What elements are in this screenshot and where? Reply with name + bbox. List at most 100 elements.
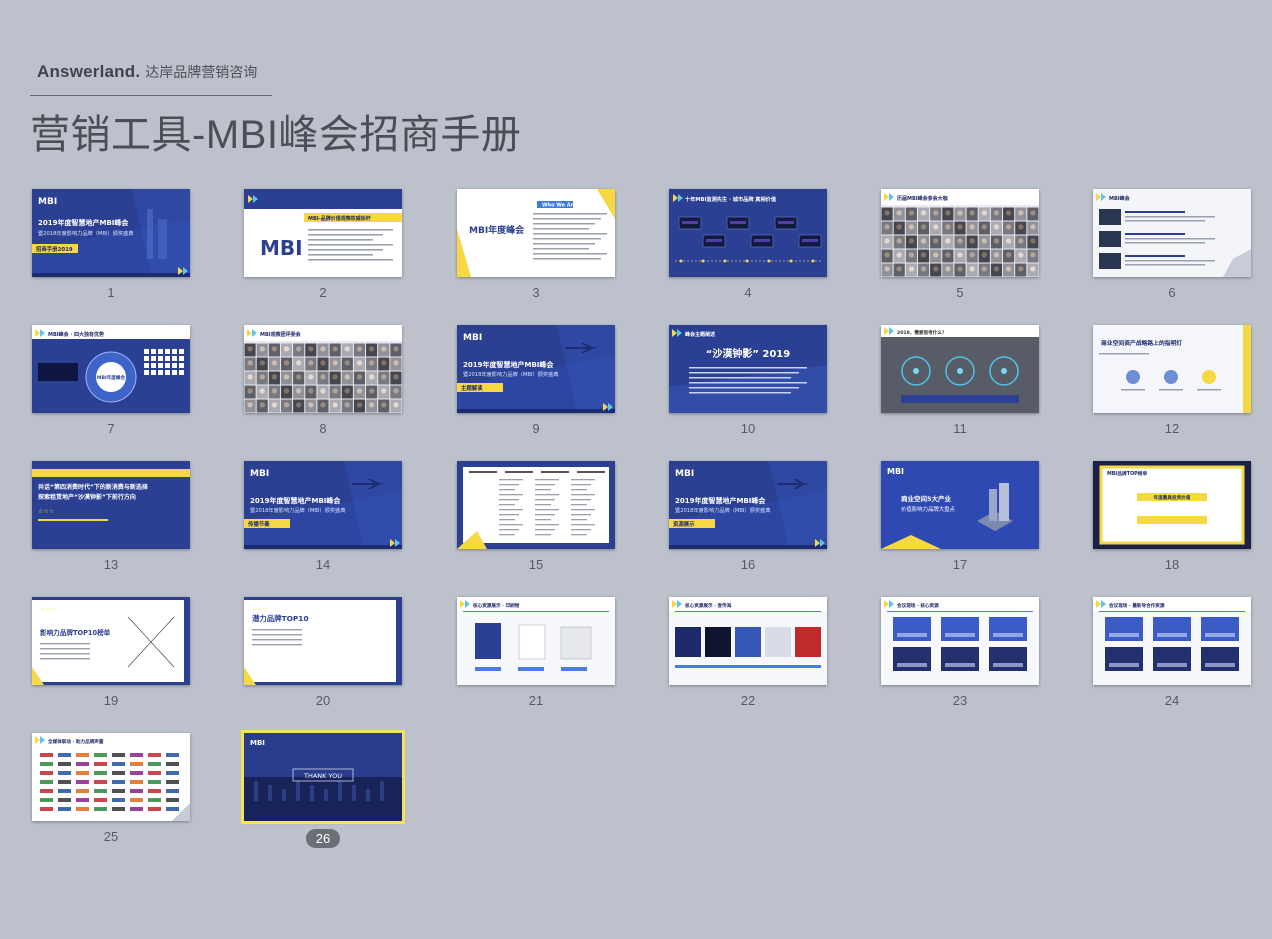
slide-thumbnail-22[interactable]: 核心资源展示 · 宣传海 22 (669, 597, 829, 717)
slide-preview[interactable]: 会议现场 · 最新导合作资源 (1093, 597, 1251, 685)
slide-number: 12 (1093, 421, 1251, 436)
slide-text: 探索租赁地产“沙漠钟影”下前行方向 (38, 493, 136, 501)
slide-text: MBI (38, 197, 57, 207)
slide-thumbnail-3[interactable]: Who We Are MBI年度峰会 3 (457, 189, 617, 309)
slide-number-label: 10 (740, 421, 756, 436)
slide-number-label: 15 (528, 557, 544, 572)
slide-number: 24 (1093, 693, 1251, 708)
slide-text: 核心资源展示 · 印刷物 (473, 602, 520, 609)
slide-text: 传播节奏 (247, 520, 270, 528)
slide-number-label: 4 (744, 285, 752, 300)
slide-number: 23 (881, 693, 1039, 708)
slide-preview[interactable]: 十年MBI监测先生 · 城市品牌 真相价值 (669, 189, 827, 277)
slide-canvas: MBI 2019年度智慧地产MBI峰会暨2018年度影响力品牌（MBI）颁奖盛典资… (669, 461, 827, 549)
slide-text: 暨2018年度影响力品牌（MBI）颁奖盛典 (463, 370, 558, 378)
slide-thumbnail-1[interactable]: MBI 2019年度智慧地产MBI峰会 暨2018年度影响力品牌（MBI）颁奖盛典招… (32, 189, 192, 309)
slide-number-label: 24 (1164, 693, 1180, 708)
slide-preview[interactable]: MBI-品牌价值观察权威标杆 MBI (244, 189, 402, 277)
slide-preview[interactable]: Who We Are MBI年度峰会 (457, 189, 615, 277)
slide-thumbnail-17[interactable]: MBI 商业空间5大产业 价值影响力品牌大盘点 17 (881, 461, 1041, 581)
slide-text: 暨2018年度影响力品牌（MBI）颁奖盛典 (250, 506, 345, 514)
slide-text: 商业空间资产战略路上的指明灯 (1101, 339, 1182, 347)
slide-preview[interactable]: 商业空间资产战略路上的指明灯 (1093, 325, 1251, 413)
slide-number-label: 18 (1164, 557, 1180, 572)
slide-thumbnail-16[interactable]: MBI 2019年度智慧地产MBI峰会 暨2018年度影响力品牌（MBI）颁奖盛典资… (669, 461, 829, 581)
slide-thumbnail-5[interactable]: 历届MBI峰会参会大咖 5 (881, 189, 1041, 309)
slide-preview[interactable]: MBI THANK YOU (241, 730, 405, 824)
slide-text: THANK YOU (303, 772, 342, 780)
slide-preview[interactable]: MBI峰会 · 四大独有优势 MBI年度峰会 (32, 325, 190, 413)
slide-number: 11 (881, 421, 1039, 436)
slide-text: MBI峰会 (1109, 195, 1130, 202)
slide-number: 21 (457, 693, 615, 708)
slide-text: MBI年度峰会 (469, 224, 525, 236)
slide-preview[interactable]: 会议现场 · 核心资源 (881, 597, 1039, 685)
slide-thumbnail-9[interactable]: MBI 2019年度智慧地产MBI峰会 暨2018年度影响力品牌（MBI）颁奖盛典主… (457, 325, 617, 445)
slide-preview[interactable]: ☆☆☆ 潜力品牌TOP10 (244, 597, 402, 685)
slide-number-label: 8 (319, 421, 327, 436)
slide-canvas: MBI观察团评委会 (244, 325, 402, 413)
slide-thumbnail-13[interactable]: 共话“第四消费时代”下的新消费与新选择 探索租赁地产“沙漠钟影”下前行方向 ☆☆☆ 1… (32, 461, 192, 581)
slide-text: 2019，需要思考什么？ (897, 329, 947, 336)
slide-text: Who We Are (542, 203, 577, 209)
slide-number-label: 22 (740, 693, 756, 708)
slide-text: 资源展示 (673, 520, 695, 528)
slide-thumbnail-26[interactable]: MBI THANK YOU 26 (241, 730, 405, 853)
slide-thumbnail-12[interactable]: 商业空间资产战略路上的指明灯 12 (1093, 325, 1253, 445)
slide-canvas: 核心资源展示 · 宣传海 (669, 597, 827, 685)
slide-canvas: MBI 商业空间5大产业价值影响力品牌大盘点 (881, 461, 1039, 549)
slide-thumbnail-15[interactable]: 日程安排 15 (457, 461, 617, 581)
slide-number: 7 (32, 421, 190, 436)
slide-number-label: 11 (953, 421, 967, 436)
slide-thumbnail-23[interactable]: 会议现场 · 核心资源 23 (881, 597, 1041, 717)
slide-thumbnail-21[interactable]: 核心资源展示 · 印刷物 21 (457, 597, 617, 717)
slide-thumbnail-4[interactable]: 十年MBI监测先生 · 城市品牌 真相价值 4 (669, 189, 829, 309)
slide-number-label: 23 (952, 693, 968, 708)
slide-canvas: 历届MBI峰会参会大咖 (881, 189, 1039, 277)
slide-preview[interactable]: MBI 2019年度智慧地产MBI峰会 暨2018年度影响力品牌（MBI）颁奖盛典资… (669, 461, 827, 549)
slide-canvas: 2019，需要思考什么？ (881, 325, 1039, 413)
slide-text: MBI-品牌价值观察权威标杆 (308, 215, 371, 222)
slide-preview[interactable]: 历届MBI峰会参会大咖 (881, 189, 1039, 277)
slide-thumbnail-25[interactable]: 全媒体联动 · 助力品牌声量 25 (32, 733, 192, 853)
slide-preview[interactable]: MBI 商业空间5大产业 价值影响力品牌大盘点 (881, 461, 1039, 549)
slide-text: MBI (463, 333, 482, 343)
slide-preview[interactable]: 核心资源展示 · 印刷物 (457, 597, 615, 685)
slide-number-label: 19 (103, 693, 119, 708)
slide-preview[interactable]: MBI 2019年度智慧地产MBI峰会 暨2018年度影响力品牌（MBI）颁奖盛典招… (32, 189, 190, 277)
slide-preview[interactable]: MBI观察团评委会 (244, 325, 402, 413)
slide-number: 17 (881, 557, 1039, 572)
slide-preview[interactable]: 2019，需要思考什么？ (881, 325, 1039, 413)
slide-thumbnail-6[interactable]: MBI峰会 6 (1093, 189, 1253, 309)
slide-text: 影响力品牌TOP10榜单 (40, 628, 111, 637)
slide-thumbnail-18[interactable]: MBI品牌TOP榜单 年度最具投资价值 18 (1093, 461, 1253, 581)
slide-text: 共话“第四消费时代”下的新消费与新选择 (38, 483, 149, 491)
slide-text: ☆☆☆ (40, 606, 56, 613)
slide-thumbnail-20[interactable]: ☆☆☆ 潜力品牌TOP10 20 (244, 597, 404, 717)
slide-preview[interactable]: MBI峰会 (1093, 189, 1251, 277)
slide-text: MBI观察团评委会 (260, 331, 301, 338)
slide-thumbnail-7[interactable]: MBI峰会 · 四大独有优势 MBI年度峰会 7 (32, 325, 192, 445)
slide-thumbnail-10[interactable]: 峰会主题阐述 “沙漠钟影” 2019 10 (669, 325, 829, 445)
slide-preview[interactable]: MBI品牌TOP榜单 年度最具投资价值 (1093, 461, 1251, 549)
slide-preview[interactable]: MBI 2019年度智慧地产MBI峰会 暨2018年度影响力品牌（MBI）颁奖盛典传… (244, 461, 402, 549)
slide-thumbnail-14[interactable]: MBI 2019年度智慧地产MBI峰会 暨2018年度影响力品牌（MBI）颁奖盛典传… (244, 461, 404, 581)
slide-text: 暨2018年度影响力品牌（MBI）颁奖盛典 (38, 229, 133, 237)
slide-preview[interactable]: 日程安排 (457, 461, 615, 549)
slide-preview[interactable]: ☆☆☆ 影响力品牌TOP10榜单 (32, 597, 190, 685)
slide-text: 全媒体联动 · 助力品牌声量 (47, 738, 104, 745)
slide-preview[interactable]: 峰会主题阐述 “沙漠钟影” 2019 (669, 325, 827, 413)
slide-thumbnail-2[interactable]: MBI-品牌价值观察权威标杆 MBI 2 (244, 189, 404, 309)
slide-preview[interactable]: 全媒体联动 · 助力品牌声量 (32, 733, 190, 821)
slide-thumbnail-11[interactable]: 2019，需要思考什么？ 11 (881, 325, 1041, 445)
slide-number: 4 (669, 285, 827, 300)
slide-preview[interactable]: 核心资源展示 · 宣传海 (669, 597, 827, 685)
slide-thumbnail-19[interactable]: ☆☆☆ 影响力品牌TOP10榜单 19 (32, 597, 192, 717)
slide-thumbnail-24[interactable]: 会议现场 · 最新导合作资源 24 (1093, 597, 1253, 717)
slide-thumbnail-8[interactable]: MBI观察团评委会 8 (244, 325, 404, 445)
slide-number-label: 13 (103, 557, 119, 572)
slide-preview[interactable]: 共话“第四消费时代”下的新消费与新选择 探索租赁地产“沙漠钟影”下前行方向 ☆☆☆ (32, 461, 190, 549)
slide-canvas: 会议现场 · 最新导合作资源 (1093, 597, 1251, 685)
slide-canvas: 商业空间资产战略路上的指明灯 (1093, 325, 1251, 413)
slide-preview[interactable]: MBI 2019年度智慧地产MBI峰会 暨2018年度影响力品牌（MBI）颁奖盛典主… (457, 325, 615, 413)
